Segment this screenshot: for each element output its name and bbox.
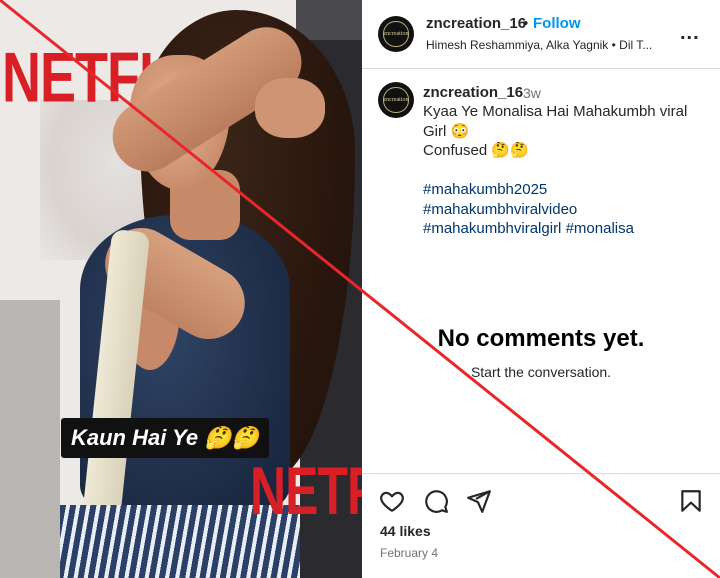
- likes-count[interactable]: 44 likes: [380, 523, 431, 539]
- hashtag-line: #mahakumbhviralvideo: [423, 200, 713, 220]
- bookmark-icon[interactable]: [678, 488, 704, 514]
- header-username[interactable]: zncreation_16: [426, 15, 526, 32]
- avatar-ring: zncreation: [383, 87, 409, 113]
- follow-button[interactable]: Follow: [533, 15, 581, 32]
- audio-attribution[interactable]: Himesh Reshammiya, Alka Yagnik • Dil T..…: [426, 38, 672, 52]
- avatar-text: zncreation: [383, 97, 409, 103]
- dark-backdrop-top: [296, 0, 362, 40]
- caption-line: Kyaa Ye Monalisa Hai Mahakumbh viral Gir…: [423, 103, 688, 140]
- post-panel: zncreation zncreation_16 • Follow Himesh…: [362, 0, 720, 578]
- actions-divider: [362, 473, 720, 474]
- header-avatar[interactable]: zncreation: [378, 16, 414, 52]
- video-caption-label: Kaun Hai Ye 🤔🤔: [61, 418, 270, 458]
- hashtag-line: #mahakumbhviralgirl #monalisa: [423, 219, 713, 239]
- hashtag-link[interactable]: #mahakumbhviralgirl: [423, 220, 561, 237]
- caption-line: Confused 🤔🤔: [423, 142, 529, 159]
- woman-hand: [255, 78, 325, 138]
- background-person: [0, 300, 60, 578]
- avatar-text: zncreation: [383, 31, 409, 37]
- caption-username[interactable]: zncreation_16: [423, 84, 523, 101]
- header-separator: •: [523, 15, 529, 32]
- post-media[interactable]: NETFLIX NETFLIX Kaun Hai Ye 🤔🤔: [0, 0, 362, 578]
- comment-icon[interactable]: [423, 488, 449, 514]
- hashtag-line: #mahakumbh2025: [423, 180, 713, 200]
- hashtag-link[interactable]: #mahakumbhviralvideo: [423, 201, 577, 218]
- caption-body: Kyaa Ye Monalisa Hai Mahakumbh viral Gir…: [423, 102, 713, 239]
- more-options-icon[interactable]: ...: [680, 22, 700, 45]
- caption-timestamp[interactable]: 3w: [523, 85, 541, 101]
- hashtag-link[interactable]: #monalisa: [566, 220, 634, 237]
- heart-icon[interactable]: [379, 488, 405, 514]
- hashtag-link[interactable]: #mahakumbh2025: [423, 181, 547, 198]
- caption-avatar[interactable]: zncreation: [378, 82, 414, 118]
- avatar-ring: zncreation: [383, 21, 409, 47]
- share-icon[interactable]: [466, 488, 492, 514]
- netflix-logo-bottom: NETFLIX: [250, 453, 362, 529]
- no-comments-title: No comments yet.: [437, 325, 645, 352]
- post-date[interactable]: February 4: [380, 546, 438, 560]
- no-comments-subtitle: Start the conversation.: [470, 364, 612, 380]
- header-divider: [362, 68, 720, 69]
